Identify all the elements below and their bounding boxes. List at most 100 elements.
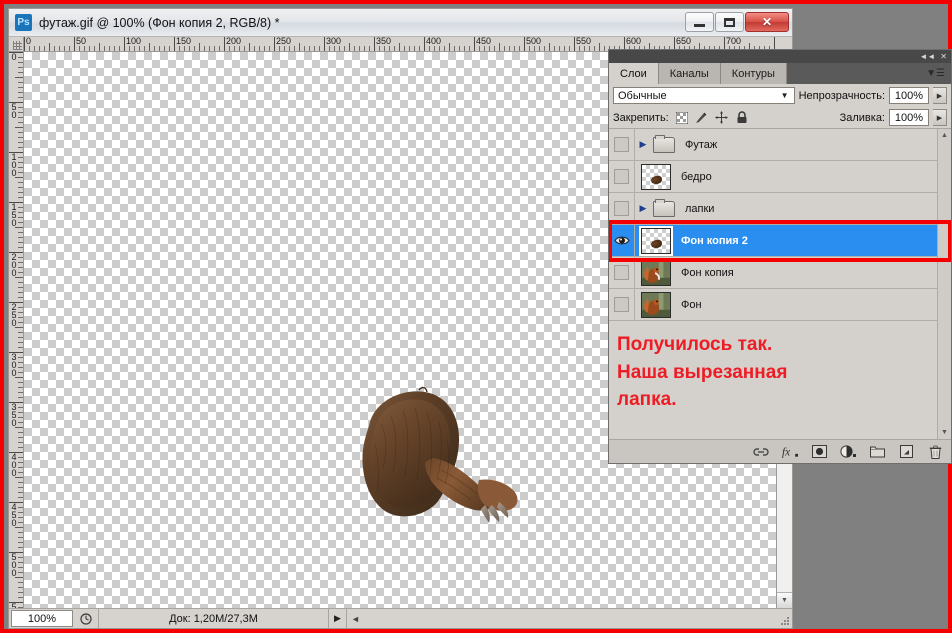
ruler-tick [18,517,23,518]
title-bar[interactable]: Ps футаж.gif @ 100% (Фон копия 2, RGB/8)… [9,9,792,37]
eye-placeholder-icon [614,297,629,312]
ruler-tick [284,46,285,51]
maximize-button[interactable] [715,12,744,32]
ruler-tick [18,342,23,343]
layer-row-fon-kopiya[interactable]: Фон копия [609,257,937,289]
document-size-label: Док: 1,20М/27,3М [99,609,329,628]
tab-paths[interactable]: Контуры [720,63,787,84]
blend-mode-select[interactable]: Обычные ▼ [613,87,795,104]
panel-scroll-up-icon[interactable]: ▲ [938,129,951,142]
ruler-tick [589,46,590,51]
vertical-ruler[interactable]: 0 50 100 150 200 250 300 350 400 450 500 550 [9,52,24,608]
ruler-tick [18,142,23,143]
ruler-tick [134,46,135,51]
panel-scroll-track[interactable] [938,142,951,426]
panel-titlebar[interactable]: ◄◄ ✕ [609,50,951,63]
close-panel-icon[interactable]: ✕ [940,52,947,61]
ruler-tick [18,487,23,488]
ruler-tick [399,43,400,51]
ruler-tick [244,46,245,51]
blend-mode-value: Обычные [618,89,667,102]
layer-row-bedro[interactable]: бедро [609,161,937,193]
thumbnail-content [650,238,663,249]
ruler-tick [349,43,350,51]
ruler-tick [18,347,23,348]
scroll-down-icon[interactable]: ▼ [777,592,792,608]
layer-row-fon-kopiya-2[interactable]: Фон копия 2 [609,225,937,257]
panel-scroll-down-icon[interactable]: ▼ [938,426,951,439]
horizontal-scrollbar[interactable]: ◄ [347,609,778,628]
ruler-tick [18,392,23,393]
ruler-tick [509,46,510,51]
ruler-tick [564,46,565,51]
lock-position-icon[interactable] [715,111,729,125]
ruler-label: 250 [276,37,292,46]
layer-thumbnail[interactable] [641,163,671,190]
ruler-tick [139,46,140,51]
opacity-stepper-icon[interactable]: ▶ [933,87,947,104]
close-button[interactable]: ✕ [745,12,789,32]
minimize-button[interactable] [685,12,714,32]
tab-channels[interactable]: Каналы [658,63,721,84]
ruler-tick [18,172,23,173]
ruler-tick [204,46,205,51]
resize-grip[interactable] [778,609,792,628]
lock-image-icon[interactable] [695,111,709,125]
ruler-tick [294,46,295,51]
visibility-toggle[interactable] [609,129,635,160]
minimize-icon [694,24,705,27]
link-layers-icon[interactable] [753,444,769,460]
ruler-tick [154,46,155,51]
tab-layers[interactable]: Слои [609,63,659,84]
layer-row-futazh[interactable]: ▶ Футаж [609,129,937,161]
ruler-tick [29,46,30,51]
visibility-toggle[interactable] [609,161,635,192]
thumbnail-content [642,260,670,285]
visibility-toggle[interactable] [609,193,635,224]
fill-stepper-icon[interactable]: ▶ [933,109,947,126]
ruler-tick [164,46,165,51]
layer-thumbnail[interactable] [639,225,673,256]
ruler-tick [384,46,385,51]
ruler-corner[interactable] [9,37,24,52]
ruler-tick [18,147,23,148]
fill-input[interactable]: 100% [889,109,929,126]
panel-tab-bar: Слои Каналы Контуры ▼☰ [609,63,951,84]
opacity-input[interactable]: 100% [889,87,929,104]
group-expand-icon[interactable]: ▶ [635,139,651,150]
new-layer-icon[interactable] [898,444,914,460]
layer-row-fon[interactable]: Фон [609,289,937,321]
zoom-level-field[interactable]: 100% [11,610,73,627]
layers-panel-scrollbar[interactable]: ▲ ▼ [937,129,951,439]
layer-thumbnail[interactable] [641,291,671,318]
ruler-tick [129,46,130,51]
ruler-tick [18,462,23,463]
visibility-toggle[interactable] [609,225,635,256]
layer-style-fx-icon[interactable]: fx [782,444,798,460]
ruler-tick [199,43,200,51]
delete-layer-icon[interactable] [927,444,943,460]
ruler-tick [18,497,23,498]
collapse-panel-icon[interactable]: ◄◄ [919,52,935,61]
visibility-toggle[interactable] [609,257,635,288]
panel-menu-icon[interactable]: ▼☰ [926,63,951,84]
ruler-tick [18,512,23,513]
visibility-toggle[interactable] [609,289,635,320]
status-expand-button[interactable]: ▶ [329,609,347,628]
lock-row: Закрепить: Заливка: 100% ▶ [609,107,951,129]
lock-transparency-icon[interactable] [675,111,689,125]
group-expand-icon[interactable]: ▶ [635,203,651,214]
layer-mask-icon[interactable] [811,444,827,460]
layer-thumbnail[interactable] [641,259,671,286]
ruler-tick [18,217,23,218]
adjustment-layer-icon[interactable] [840,444,856,460]
ruler-tick [359,46,360,51]
ruler-tick [519,46,520,51]
document-info-icon[interactable] [73,609,99,628]
lock-all-icon[interactable] [735,111,749,125]
ruler-label: 100 [11,152,17,178]
new-group-icon[interactable] [869,444,885,460]
layer-list[interactable]: ▶ Футаж бедро ▶ лапки Фон копия 2 Фон ко… [609,129,951,439]
layer-row-lapki[interactable]: ▶ лапки [609,193,937,225]
ruler-tick [18,367,23,368]
